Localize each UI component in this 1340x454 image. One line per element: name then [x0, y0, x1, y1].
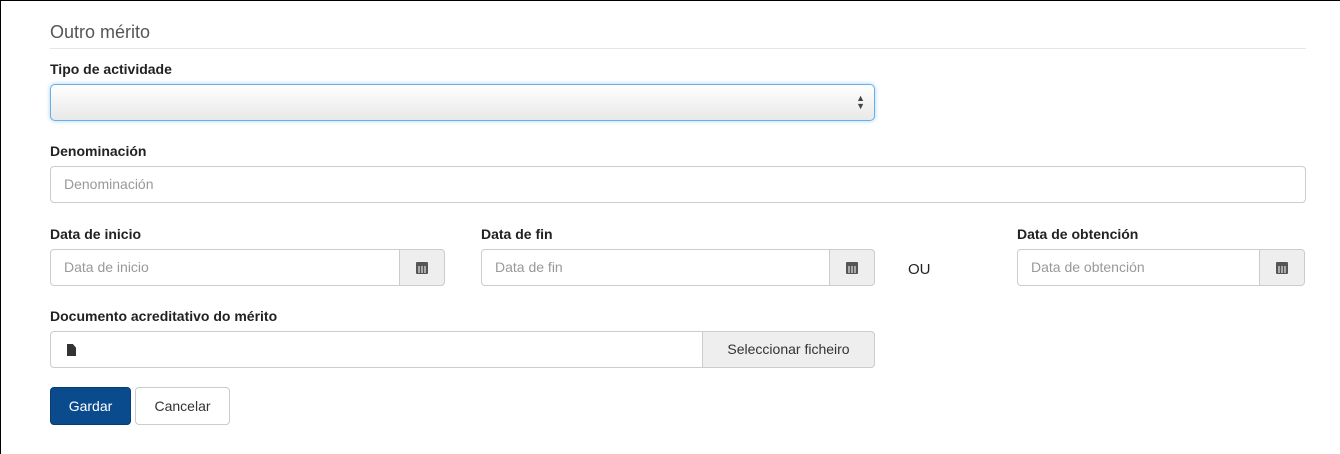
tipo-label: Tipo de actividade	[50, 61, 172, 77]
data-inicio-label: Data de inicio	[50, 226, 142, 242]
select-file-button[interactable]: Seleccionar ficheiro	[702, 331, 875, 368]
file-icon	[67, 344, 76, 356]
tipo-select[interactable]: ▲ ▼	[50, 84, 875, 121]
calendar-icon	[416, 261, 428, 274]
denominacion-input[interactable]: Denominación	[50, 166, 1306, 203]
data-fin-label: Data de fin	[481, 226, 553, 242]
save-button[interactable]: Gardar	[50, 387, 131, 425]
data-obtencion-label: Data de obtención	[1017, 226, 1139, 242]
data-inicio-calendar-button[interactable]	[399, 249, 445, 286]
section-title: Outro mérito	[50, 19, 1306, 49]
data-obtencion-calendar-button[interactable]	[1259, 249, 1305, 286]
data-inicio-input[interactable]: Data de inicio	[50, 249, 400, 286]
denominacion-label: Denominación	[50, 143, 147, 159]
select-arrows-icon: ▲ ▼	[856, 93, 865, 111]
data-fin-calendar-button[interactable]	[829, 249, 875, 286]
cancel-button[interactable]: Cancelar	[135, 387, 230, 425]
form-frame	[0, 0, 1340, 454]
calendar-icon	[1276, 261, 1288, 274]
or-separator: OU	[908, 261, 931, 278]
documento-label: Documento acreditativo do mérito	[50, 308, 278, 324]
data-fin-input[interactable]: Data de fin	[481, 249, 830, 286]
data-obtencion-input[interactable]: Data de obtención	[1017, 249, 1260, 286]
calendar-icon	[846, 261, 858, 274]
file-path-field[interactable]	[50, 331, 702, 368]
